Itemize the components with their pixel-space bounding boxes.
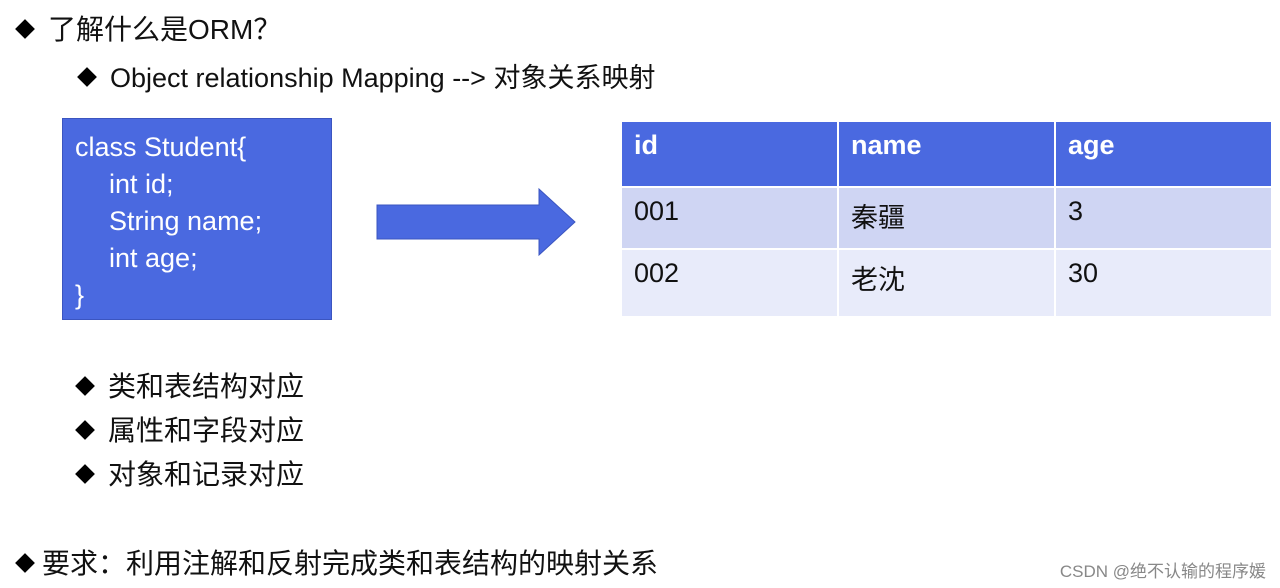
list-item: 类和表结构对应	[75, 365, 304, 409]
column-header: id	[620, 120, 839, 188]
code-line: class Student{	[75, 132, 247, 162]
list-item: 对象和记录对应	[75, 453, 304, 497]
diamond-bullet-icon	[15, 18, 35, 39]
requirement-text: 要求：利用注解和反射完成类和表结构的映射关系	[42, 548, 659, 579]
code-line: int id;	[109, 169, 174, 199]
student-table: id name age 001 秦疆 3 002 老沈 30	[620, 120, 1273, 318]
code-line: int age;	[109, 243, 198, 273]
diamond-bullet-icon	[77, 66, 97, 87]
heading-title: 了解什么是ORM？	[48, 14, 282, 45]
diamond-bullet-icon	[75, 375, 95, 396]
diamond-bullet-icon	[15, 552, 35, 573]
right-arrow-icon	[376, 187, 576, 257]
table-row: 002 老沈 30	[620, 248, 1273, 318]
diamond-bullet-icon	[75, 463, 95, 484]
table-row: 001 秦疆 3	[620, 186, 1273, 250]
diamond-bullet-icon	[75, 419, 95, 440]
requirement-line: 要求：利用注解和反射完成类和表结构的映射关系	[15, 542, 659, 582]
table-cell: 老沈	[837, 248, 1056, 318]
code-line: }	[75, 280, 85, 310]
mapping-list: 类和表结构对应 属性和字段对应 对象和记录对应	[75, 365, 304, 497]
table-cell: 001	[620, 186, 839, 250]
column-header: age	[1054, 120, 1273, 188]
class-code-box: class Student{ int id; String name; int …	[62, 118, 332, 320]
table-cell: 30	[1054, 248, 1273, 318]
watermark: CSDN @绝不认输的程序媛	[1059, 562, 1266, 581]
table-cell: 秦疆	[837, 186, 1056, 250]
heading-title-line: 了解什么是ORM？	[15, 8, 282, 48]
table-cell: 3	[1054, 186, 1273, 250]
column-header: name	[837, 120, 1056, 188]
table-cell: 002	[620, 248, 839, 318]
heading-subtitle: Object relationship Mapping --> 对象关系映射	[110, 63, 656, 93]
table-header-row: id name age	[620, 120, 1273, 188]
code-line: String name;	[109, 206, 263, 236]
list-item: 属性和字段对应	[75, 409, 304, 453]
heading-subtitle-line: Object relationship Mapping --> 对象关系映射	[77, 56, 656, 95]
